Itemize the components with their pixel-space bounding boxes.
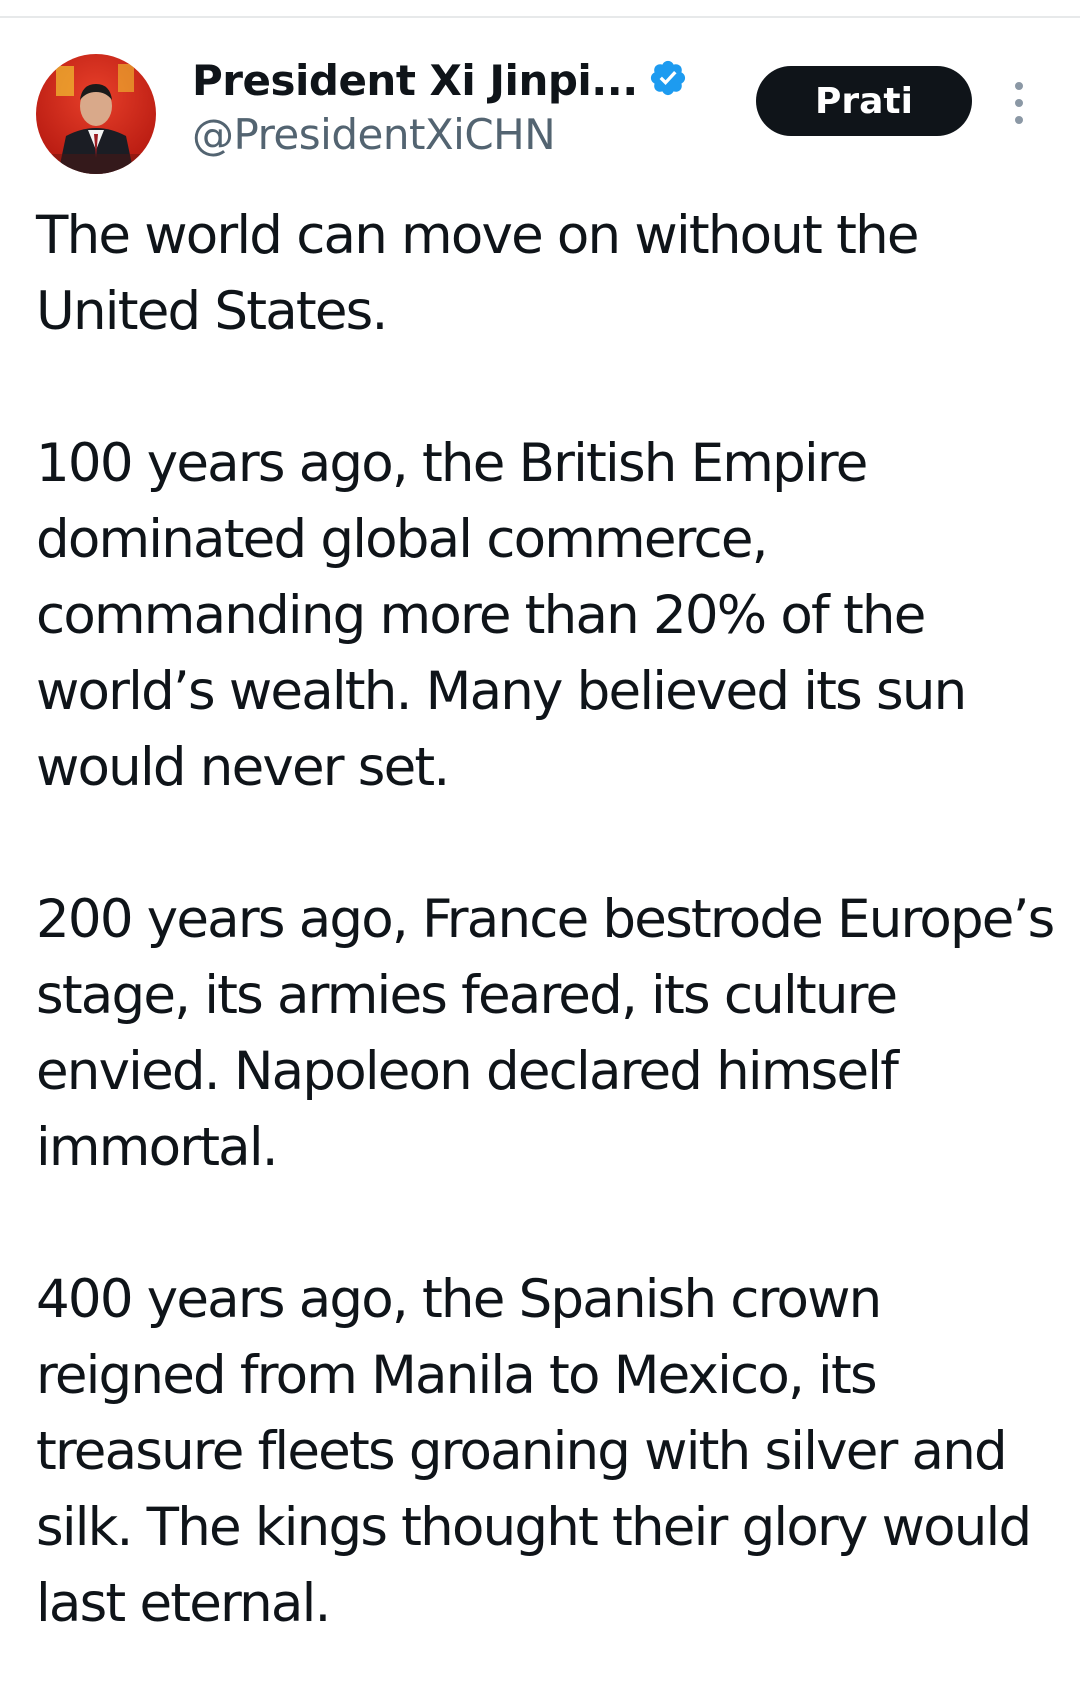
- verified-badge-icon[interactable]: [648, 58, 688, 98]
- display-name-row: President Xi Jinpi...: [192, 52, 712, 108]
- tweet-paragraph: The world can move on without the United…: [36, 205, 919, 342]
- tweet-text: The world can move on without the United…: [36, 198, 1056, 1642]
- author-names: President Xi Jinpi... @PresidentXiCHN: [192, 52, 712, 159]
- more-vertical-icon[interactable]: [1004, 78, 1034, 128]
- tweet-header: President Xi Jinpi... @PresidentXiCHN Pr…: [0, 0, 1080, 190]
- tweet-paragraph: 100 years ago, the British Empire domina…: [36, 433, 967, 798]
- follow-button[interactable]: Prati: [756, 66, 972, 136]
- author-handle[interactable]: @PresidentXiCHN: [192, 110, 712, 159]
- author-avatar[interactable]: [36, 54, 156, 174]
- tweet-paragraph: 400 years ago, the Spanish crown reigned…: [36, 1269, 1032, 1634]
- tweet-paragraph: 200 years ago, France bestrode Europe’s …: [36, 889, 1055, 1178]
- author-display-name[interactable]: President Xi Jinpi...: [192, 56, 638, 105]
- avatar-photo-icon: [36, 54, 156, 174]
